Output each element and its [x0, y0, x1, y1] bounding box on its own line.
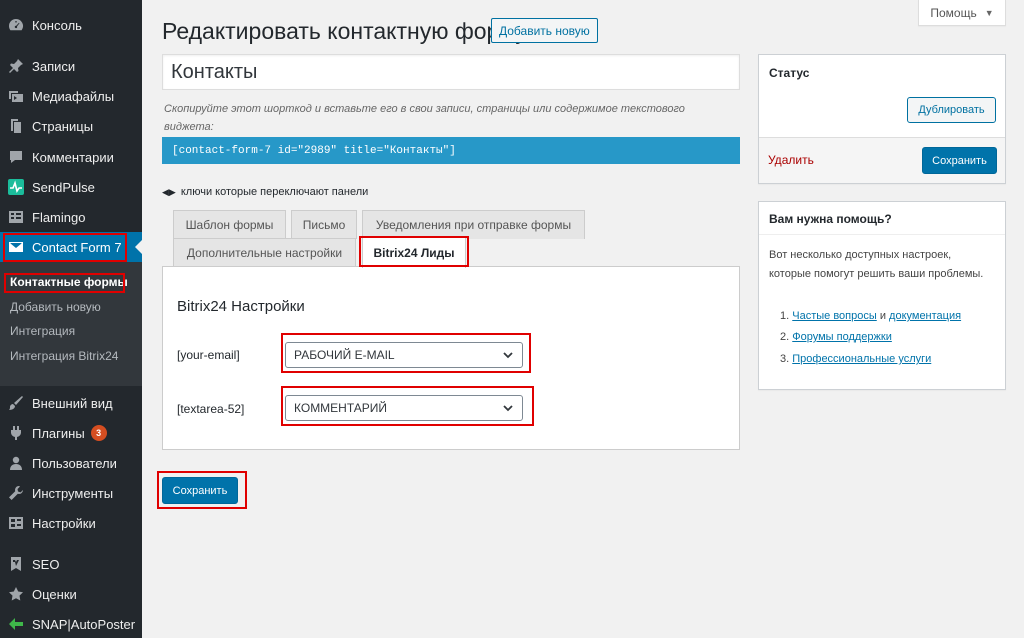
- sidebar-item-label: SEO: [32, 556, 60, 572]
- help-tab-button[interactable]: Помощь ▼: [918, 0, 1006, 26]
- dashboard-icon: [7, 16, 25, 34]
- sidebar-item-label: Flamingo: [32, 209, 86, 225]
- help-box-title: Вам нужна помощь?: [769, 212, 892, 226]
- brush-icon: [7, 394, 25, 412]
- help-list-item: 2. Форумы поддержки: [780, 331, 892, 343]
- panel-toggle-hint: ◀▶ ключи которые переключают панели: [162, 186, 368, 198]
- sidebar-item-ratings[interactable]: Оценки: [0, 579, 142, 609]
- selected-value: КОММЕНТАРИЙ: [294, 401, 388, 415]
- wrench-icon: [7, 484, 25, 502]
- sidebar-item-posts[interactable]: Записи: [0, 51, 142, 81]
- submenu-item-integration[interactable]: Интеграция: [10, 322, 75, 340]
- users-icon: [7, 454, 25, 472]
- left-right-arrows-icon: ◀▶: [162, 186, 176, 197]
- field-label-textarea-52: [textarea-52]: [177, 402, 245, 416]
- sidebar-item-dashboard[interactable]: Консоль: [0, 10, 142, 40]
- panel-toggle-label: ключи которые переключают панели: [180, 186, 369, 198]
- sidebar-item-sendpulse[interactable]: SendPulse: [0, 172, 142, 202]
- sidebar-item-plugins[interactable]: Плагины 3: [0, 418, 142, 448]
- sidebar-item-label: Страницы: [32, 118, 94, 134]
- sidebar-item-label: Оценки: [32, 586, 77, 602]
- submenu-item-bitrix24-integration[interactable]: Интеграция Bitrix24: [10, 347, 118, 365]
- star-icon: [7, 585, 25, 603]
- support-forums-link[interactable]: Форумы поддержки: [792, 331, 892, 343]
- pin-icon: [7, 57, 25, 75]
- shortcode-field[interactable]: [contact-form-7 id="2989" title="Контакт…: [162, 137, 740, 164]
- list-number: 2.: [780, 331, 790, 343]
- settings-icon: [7, 514, 25, 532]
- sidebar-item-label: Contact Form 7: [32, 239, 122, 255]
- status-box-title: Статус: [769, 66, 810, 80]
- contact-form-submenu: Контактные формы Добавить новую Интеграц…: [0, 262, 142, 386]
- sidebar-item-comments[interactable]: Комментарии: [0, 142, 142, 172]
- seo-icon: [7, 555, 25, 573]
- media-icon: [7, 87, 25, 105]
- save-button[interactable]: Сохранить: [162, 477, 238, 504]
- sidebar-item-media[interactable]: Медиафайлы: [0, 81, 142, 111]
- caret-down-icon: ▼: [984, 7, 994, 18]
- comments-icon: [7, 148, 25, 166]
- snap-icon: [7, 615, 25, 633]
- sidebar-item-label: Комментарии: [32, 149, 114, 165]
- duplicate-button[interactable]: Дублировать: [907, 97, 996, 123]
- sidebar-item-label: Записи: [32, 58, 76, 74]
- page-title: Редактировать контактную форму: [162, 18, 527, 44]
- sidebar-item-appearance[interactable]: Внешний вид: [0, 388, 142, 418]
- sidebar-item-users[interactable]: Пользователи: [0, 448, 142, 478]
- shortcode-description: Скопируйте этот шорткод и вставьте его в…: [164, 103, 685, 133]
- sidebar-item-label: Пользователи: [32, 455, 117, 471]
- sendpulse-icon: [7, 178, 25, 196]
- sidebar-item-label: Консоль: [32, 17, 82, 33]
- field-label-your-email: [your-email]: [177, 348, 240, 362]
- sidebar-item-contact-form-7[interactable]: Contact Form 7: [0, 232, 142, 262]
- professional-services-link[interactable]: Профессиональные услуги: [792, 353, 931, 365]
- help-box-text: Вот несколько доступных настроек, которы…: [769, 249, 984, 280]
- list-number: 1.: [780, 310, 790, 322]
- help-list-item: 3. Профессиональные услуги: [780, 353, 931, 365]
- sidebar-item-label: Настройки: [32, 515, 96, 531]
- docs-link[interactable]: документация: [889, 310, 961, 322]
- sidebar-item-label: Внешний вид: [32, 395, 113, 411]
- submenu-item-add-new[interactable]: Добавить новую: [10, 298, 101, 316]
- form-title-input[interactable]: Контакты: [162, 54, 740, 90]
- sidebar-save-button[interactable]: Сохранить: [922, 147, 997, 174]
- admin-sidebar: Консоль Записи Медиафайлы Страницы Комме…: [0, 0, 142, 638]
- submenu-item-contact-forms[interactable]: Контактные формы: [10, 273, 128, 291]
- link-joiner: и: [876, 310, 890, 322]
- sidebar-item-flamingo[interactable]: Flamingo: [0, 202, 142, 232]
- tab-mail[interactable]: Письмо: [291, 210, 357, 239]
- faq-link[interactable]: Частые вопросы: [792, 310, 877, 322]
- add-new-button[interactable]: Добавить новую: [491, 18, 598, 43]
- sidebar-item-snap-autoposter[interactable]: SNAP|AutoPoster: [0, 609, 142, 638]
- your-email-select[interactable]: РАБОЧИЙ E-MAIL: [285, 342, 523, 368]
- sidebar-item-label: SendPulse: [32, 179, 95, 195]
- sidebar-item-label: Плагины: [32, 425, 85, 441]
- sidebar-item-tools[interactable]: Инструменты: [0, 478, 142, 508]
- help-tab-label: Помощь: [930, 5, 977, 20]
- update-count-badge: 3: [90, 425, 107, 441]
- chevron-down-icon: [503, 405, 513, 412]
- tab-submission-notifications[interactable]: Уведомления при отправке формы: [362, 210, 585, 239]
- delete-link[interactable]: Удалить: [768, 153, 814, 167]
- flamingo-icon: [7, 208, 25, 226]
- tab-bitrix24-leads[interactable]: Bitrix24 Лиды: [362, 237, 466, 268]
- sidebar-item-label: SNAP|AutoPoster: [32, 616, 136, 632]
- list-number: 3.: [780, 353, 790, 365]
- textarea-52-select[interactable]: КОММЕНТАРИЙ: [285, 395, 523, 421]
- sidebar-item-pages[interactable]: Страницы: [0, 111, 142, 141]
- panel-heading: Bitrix24 Настройки: [177, 298, 305, 315]
- pages-icon: [7, 117, 25, 135]
- divider: [759, 234, 1005, 235]
- sidebar-item-settings[interactable]: Настройки: [0, 508, 142, 538]
- selected-value: РАБОЧИЙ E-MAIL: [294, 348, 395, 362]
- tab-additional-settings[interactable]: Дополнительные настройки: [173, 238, 356, 267]
- sidebar-item-seo[interactable]: SEO: [0, 549, 142, 579]
- mail-icon: [7, 238, 25, 256]
- plugin-icon: [7, 424, 25, 442]
- tab-form-template[interactable]: Шаблон формы: [173, 210, 286, 239]
- help-list-item: 1. Частые вопросы и документация: [780, 310, 961, 322]
- chevron-down-icon: [503, 352, 513, 359]
- sidebar-item-label: Инструменты: [32, 485, 114, 501]
- sidebar-item-label: Медиафайлы: [32, 88, 115, 104]
